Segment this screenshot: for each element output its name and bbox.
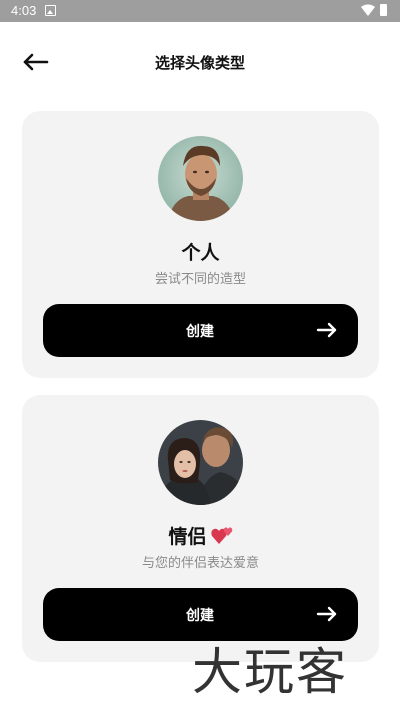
create-button[interactable]: 创建 (43, 304, 358, 357)
page-title: 选择头像类型 (154, 54, 245, 72)
image-icon (45, 5, 56, 16)
status-bar: 4:03 (0, 0, 400, 22)
card-subtitle: 尝试不同的造型 (154, 272, 246, 287)
header: 选择头像类型 (0, 40, 400, 84)
avatar-couple (158, 420, 243, 505)
card-subtitle: 与您的伴侣表达爱意 (141, 556, 259, 571)
wifi-icon (361, 4, 375, 17)
right-arrow-icon (316, 606, 337, 622)
watermark: 大玩客 (192, 643, 348, 701)
avatar-type-card-single[interactable]: 个人 尝试不同的造型 创建 (22, 111, 379, 378)
card-title: 个人 (181, 242, 220, 264)
card-title-text: 情侣 (168, 526, 207, 548)
battery-icon (380, 4, 387, 16)
avatar-single (158, 136, 243, 221)
right-arrow-icon (316, 322, 337, 338)
status-time: 4:03 (11, 3, 37, 18)
card-title: 情侣 (22, 522, 379, 549)
avatar-type-card-couple[interactable]: 情侣 与您的伴侣表达爱意 创建 (22, 395, 379, 662)
create-button-label: 创建 (186, 608, 214, 624)
two-hearts-emoji (210, 527, 232, 544)
create-button-label: 创建 (186, 324, 214, 340)
